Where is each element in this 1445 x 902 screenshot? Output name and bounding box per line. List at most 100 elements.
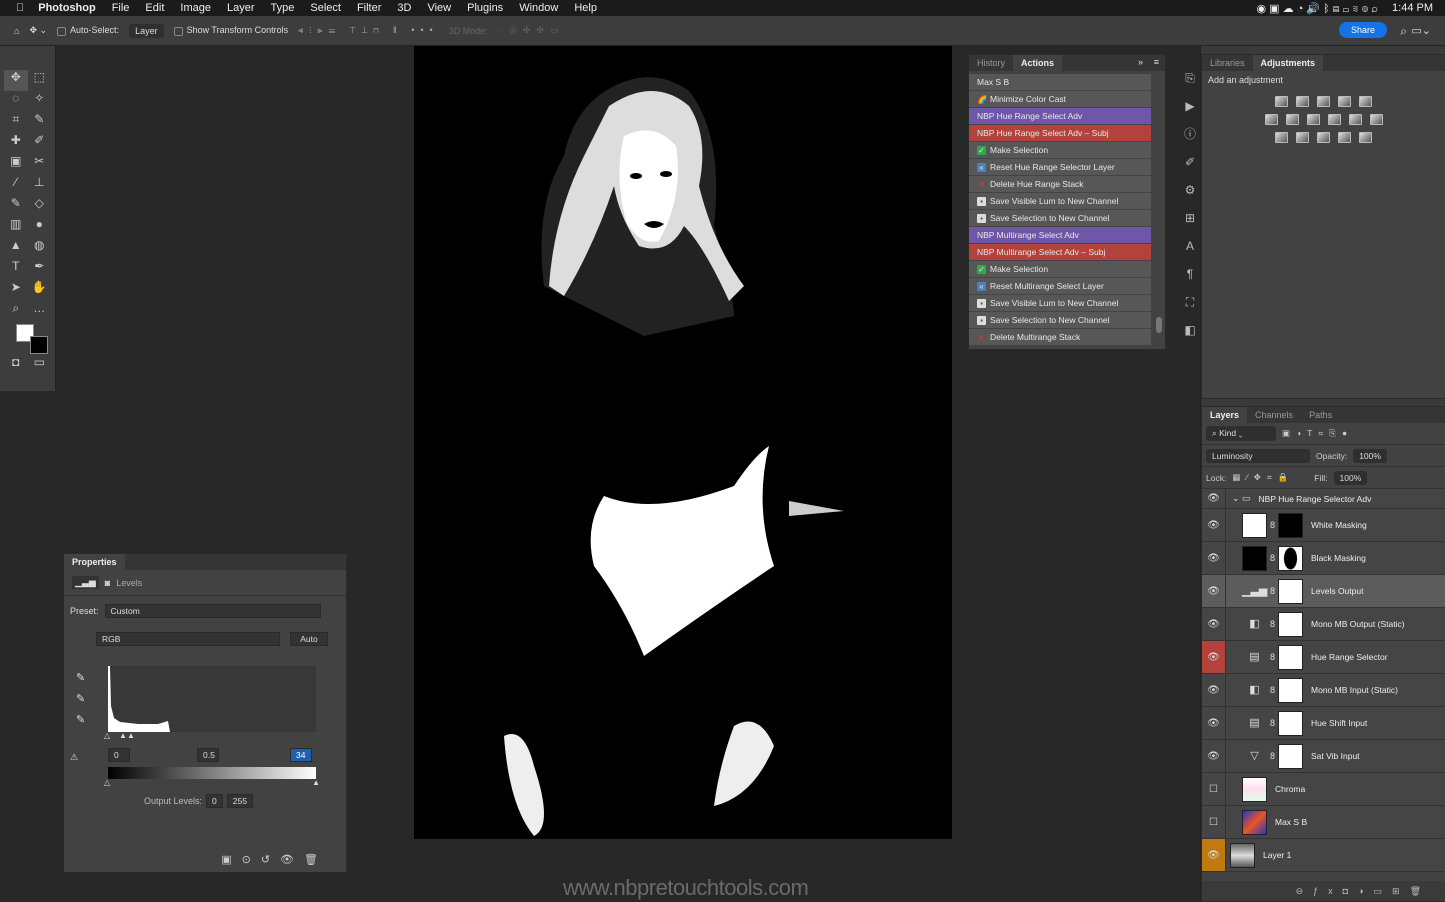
show-transform-checkbox[interactable]: Show Transform Controls <box>173 25 288 36</box>
auto-button[interactable]: Auto <box>290 632 328 646</box>
action-item[interactable]: ✕ Delete Multirange Stack <box>969 329 1151 346</box>
link-icon[interactable]: 8 <box>1270 520 1275 530</box>
eye-icon[interactable]: 👁 <box>1202 509 1226 541</box>
properties-footer-icons[interactable]: ▣⊙↺👁🗑 <box>221 853 328 866</box>
action-item[interactable]: NBP Hue Range Select Adv <box>969 108 1151 125</box>
layer-mask-thumbnail[interactable] <box>1278 743 1304 769</box>
marquee-tool-icon[interactable]: ⬚ <box>28 70 52 91</box>
action-item[interactable]: NBP Multirange Select Adv <box>969 227 1151 244</box>
input-black-field[interactable]: 0 <box>108 748 130 762</box>
history-brush-icon[interactable]: ✂ <box>28 154 52 175</box>
menu-3d[interactable]: 3D <box>397 2 411 14</box>
menu-edit[interactable]: Edit <box>145 2 164 14</box>
crop-tool-icon[interactable]: ⌗ <box>4 112 28 133</box>
action-item[interactable]: « Reset Multirange Select Layer <box>969 278 1151 295</box>
layer-mask-thumbnail[interactable] <box>1278 710 1304 736</box>
curves-icon[interactable] <box>1317 96 1330 107</box>
menu-app[interactable]: Photoshop <box>38 2 95 14</box>
sponge-tool-icon[interactable]: ◍ <box>28 238 52 259</box>
action-item[interactable]: 🌈 Minimize Color Cast <box>969 91 1151 108</box>
action-item[interactable]: ✓ Make Selection <box>969 142 1151 159</box>
auto-select-dropdown[interactable]: Layer <box>129 23 164 38</box>
auto-select-checkbox[interactable]: Auto-Select: <box>57 25 119 36</box>
preset-dropdown[interactable]: Custom <box>104 604 321 618</box>
layer-mask-thumbnail[interactable] <box>1278 677 1304 703</box>
threshold-icon[interactable] <box>1317 132 1330 143</box>
action-item[interactable]: NBP Multirange Select Adv – Subj <box>969 244 1151 261</box>
search-icon[interactable]: ⌕ <box>1400 24 1407 39</box>
eye-icon[interactable]: 👁 <box>1202 641 1226 673</box>
action-item[interactable]: Max S B <box>969 74 1151 91</box>
sharpen-tool-icon[interactable]: ▲ <box>4 238 28 259</box>
levels-icon[interactable] <box>1296 96 1309 107</box>
exposure-icon[interactable] <box>1338 96 1351 107</box>
stamp-icon[interactable]: ⊥ <box>28 175 52 196</box>
vibrance-icon[interactable] <box>1359 96 1372 107</box>
brush-tool-icon[interactable]: ✐ <box>28 133 52 154</box>
clone-tool-icon[interactable]: ▣ <box>4 154 28 175</box>
more-tools-icon[interactable]: … <box>28 301 52 322</box>
lasso-tool-icon[interactable]: ◌ <box>4 91 28 112</box>
visibility-box[interactable]: ☐ <box>1202 773 1226 805</box>
link-icon[interactable]: 8 <box>1270 751 1275 761</box>
tab-channels[interactable]: Channels <box>1247 407 1301 423</box>
blur-tool-icon[interactable]: ● <box>28 217 52 238</box>
eye-icon[interactable]: 👁 <box>1202 575 1226 607</box>
mixer-brush-icon[interactable]: ✎ <box>4 196 28 217</box>
layer-row[interactable]: 👁 8 Black Masking <box>1202 542 1445 575</box>
link-icon[interactable]: 8 <box>1270 619 1275 629</box>
move-tool-icon[interactable]: ✥ <box>4 70 28 91</box>
eye-icon[interactable]: 👁 <box>1202 542 1226 574</box>
layer-actions-bar[interactable]: ⊖ƒx◘◑▭⊞🗑 <box>1202 881 1445 901</box>
tab-paths[interactable]: Paths <box>1301 407 1340 423</box>
action-item[interactable]: ▪ Save Selection to New Channel <box>969 210 1151 227</box>
brush-icon[interactable]: ∕ <box>4 175 28 196</box>
menu-filter[interactable]: Filter <box>357 2 381 14</box>
fill-field[interactable]: 100% <box>1333 470 1368 485</box>
mask-icon[interactable]: ◙ <box>105 578 110 588</box>
menu-plugins[interactable]: Plugins <box>467 2 503 14</box>
layer-row[interactable]: 👁 ▤ 8 Hue Range Selector <box>1202 641 1445 674</box>
levels-icon[interactable]: ▁▃▅ <box>72 576 99 589</box>
healing-tool-icon[interactable]: ✚ <box>4 133 28 154</box>
selective-color-icon[interactable] <box>1338 132 1351 143</box>
eye-icon[interactable]: 👁 <box>1202 489 1226 508</box>
blend-mode-dropdown[interactable]: Luminosity <box>1206 448 1310 463</box>
menu-image[interactable]: Image <box>180 2 211 14</box>
action-item[interactable]: ▪ Save Visible Lum to New Channel <box>969 295 1151 312</box>
menu-window[interactable]: Window <box>519 2 558 14</box>
output-white-field[interactable]: 255 <box>226 794 253 808</box>
channel-dropdown[interactable]: RGB <box>96 632 280 646</box>
menu-file[interactable]: File <box>112 2 130 14</box>
eyedropper-icons[interactable]: ✎ ✎ ✎ <box>76 668 85 731</box>
action-item[interactable]: « Reset Hue Range Selector Layer <box>969 159 1151 176</box>
pen-tool-icon[interactable]: ✒ <box>28 259 52 280</box>
layer-mask-thumbnail[interactable] <box>1278 578 1304 604</box>
eraser-tool-icon[interactable]: ◇ <box>28 196 52 217</box>
kind-filter[interactable]: ⌕ Kind ⌄ <box>1206 426 1276 441</box>
output-sliders[interactable]: △ ▲ <box>104 778 320 787</box>
link-icon[interactable]: 8 <box>1270 652 1275 662</box>
document-canvas[interactable] <box>414 46 952 839</box>
opacity-field[interactable]: 100% <box>1353 448 1387 463</box>
zoom-tool-icon[interactable]: ⌕ <box>4 301 28 322</box>
gradient-tool-icon[interactable]: ▥ <box>4 217 28 238</box>
layer-mask-thumbnail[interactable] <box>1278 611 1304 637</box>
actions-scrollbar[interactable] <box>1156 317 1162 333</box>
tab-libraries[interactable]: Libraries <box>1202 55 1253 71</box>
menu-type[interactable]: Type <box>271 2 295 14</box>
link-icon[interactable]: 8 <box>1270 586 1275 596</box>
magic-wand-icon[interactable]: ✧ <box>28 91 52 112</box>
tab-layers[interactable]: Layers <box>1202 407 1248 423</box>
layer-mask-thumbnail[interactable] <box>1278 512 1304 538</box>
layer-row[interactable]: 👁 ◧ 8 Mono MB Output (Static) <box>1202 608 1445 641</box>
color-balance-icon[interactable] <box>1285 114 1299 125</box>
action-item[interactable]: ▪ Save Visible Lum to New Channel <box>969 193 1151 210</box>
gradient-map-icon[interactable] <box>1359 132 1372 143</box>
layer-row[interactable]: 👁 8 White Masking <box>1202 509 1445 542</box>
posterize-icon[interactable] <box>1296 132 1309 143</box>
status-icons[interactable]: ◉ ▣ ☁ ◔ 🔊 ᛒ ▤ ▭ ≋ ◎ ⌕ <box>1257 2 1379 15</box>
layer-row[interactable]: 👁 ◧ 8 Mono MB Input (Static) <box>1202 674 1445 707</box>
workspace-icon[interactable]: ▭⌄ <box>1411 24 1431 37</box>
align-icons[interactable]: ⫷⫶⫸☰ ⊤⊥⊓ ǁ ••• <box>298 25 439 36</box>
